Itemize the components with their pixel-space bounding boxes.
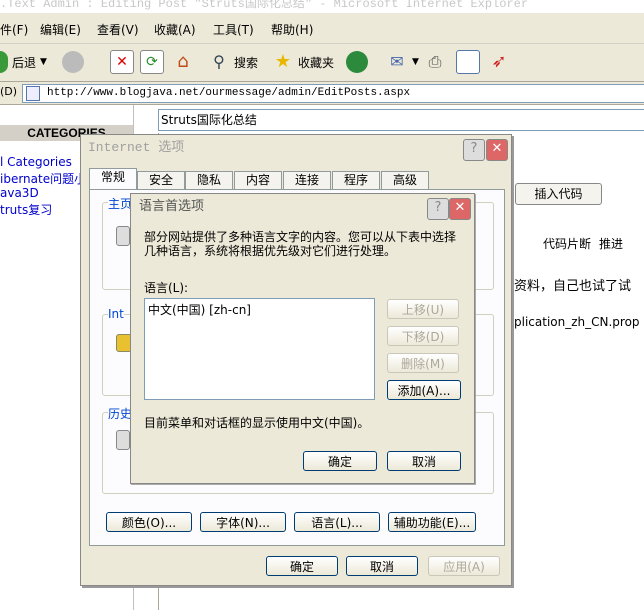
back-arrow-icon <box>0 51 8 73</box>
forward-arrow-icon <box>62 51 84 73</box>
favorites-label: 收藏夹 <box>298 55 335 70</box>
category-link[interactable]: truts复习 <box>0 201 52 218</box>
insert-code-button[interactable]: 插入代码 <box>515 183 602 205</box>
tab-content[interactable]: 内容 <box>234 171 282 189</box>
accessibility-button[interactable]: 辅助功能(E)... <box>388 512 476 532</box>
post-body-text: plication_zh_CN.prop <box>514 315 640 329</box>
temp-files-group-label: Int <box>108 307 124 321</box>
languages-button[interactable]: 语言(L)... <box>294 512 380 532</box>
refresh-icon: ⟳ <box>140 50 164 74</box>
printer-icon: ⎙ <box>428 52 442 71</box>
search-button[interactable]: ⚲ 搜索 <box>208 48 258 76</box>
address-input[interactable]: http://www.blogjava.net/ourmessage/admin… <box>22 84 644 103</box>
move-down-button: 下移(D) <box>387 326 459 346</box>
edit-button[interactable] <box>456 48 480 76</box>
help-icon[interactable]: ? <box>463 139 485 161</box>
stop-button[interactable]: ✕ <box>110 48 134 76</box>
home-icon: ⌂ <box>177 51 189 72</box>
home-button[interactable]: ⌂ <box>172 48 194 76</box>
menu-edit[interactable]: 编辑(E) <box>40 21 81 38</box>
search-icon: ⚲ <box>213 52 225 71</box>
refresh-button[interactable]: ⟳ <box>140 48 164 76</box>
language-list[interactable]: 中文(中国) [zh-cn] <box>144 298 375 400</box>
menu-language-info: 目前菜单和对话框的显示使用中文(中国)。 <box>144 416 370 430</box>
cancel-button[interactable]: 取消 <box>387 451 461 471</box>
language-list-label: 语言(L): <box>144 281 189 295</box>
dialog-title: Internet 选项 <box>81 135 511 161</box>
move-up-button: 上移(U) <box>387 299 459 319</box>
chevron-down-icon: ▼ <box>412 57 419 67</box>
history-group-icon <box>116 430 130 450</box>
back-label: 后退 <box>12 55 37 70</box>
category-link[interactable]: ibernate问题小 <box>0 170 86 187</box>
tab-security[interactable]: 安全 <box>137 171 185 189</box>
code-snippet-button[interactable]: 代码片断 <box>543 235 591 252</box>
messenger-icon: ➶ <box>491 51 507 72</box>
history-button[interactable] <box>346 48 368 76</box>
close-icon[interactable]: ✕ <box>449 198 471 220</box>
remove-button: 删除(M) <box>387 353 459 373</box>
language-description: 部分网站提供了多种语言文字的内容。您可以从下表中选择几种语言，系统将根据优先级对… <box>144 230 457 258</box>
menu-help[interactable]: 帮助(H) <box>271 21 313 38</box>
tab-privacy[interactable]: 隐私 <box>185 171 233 189</box>
search-label: 搜索 <box>234 55 259 70</box>
chevron-down-icon: ▼ <box>40 57 47 67</box>
menu-view[interactable]: 查看(V) <box>97 21 139 38</box>
apply-button: 应用(A) <box>428 556 500 576</box>
post-body-text: 资料，自己也试了试 <box>514 279 632 294</box>
print-button[interactable]: ⎙ <box>424 48 446 76</box>
mail-button[interactable]: ✉ ▼ <box>386 48 419 76</box>
homepage-group-label: 主页 <box>108 195 133 212</box>
colors-button[interactable]: 颜色(O)... <box>106 512 192 532</box>
menu-favorites[interactable]: 收藏(A) <box>154 21 196 38</box>
add-button[interactable]: 添加(A)... <box>387 380 461 400</box>
page-icon <box>26 86 40 101</box>
forward-button[interactable] <box>62 48 84 76</box>
language-preference-dialog: 语言首选项 ? ✕ 部分网站提供了多种语言文字的内容。您可以从下表中选择几种语言… <box>130 193 475 484</box>
category-link[interactable]: l Categories <box>0 155 72 169</box>
recommend-button[interactable]: 推进 <box>599 235 623 252</box>
fonts-button[interactable]: 字体(N)... <box>200 512 286 532</box>
toolbar: 后退 ▼ ✕ ⟳ ⌂ ⚲ 搜索 ★ 收藏夹 ✉ ▼ ⎙ ➶ <box>0 44 644 82</box>
help-icon[interactable]: ? <box>427 198 449 220</box>
menu-file[interactable]: 件(F) <box>0 21 28 38</box>
tab-connections[interactable]: 连接 <box>283 171 331 189</box>
favorites-button[interactable]: ★ 收藏夹 <box>272 48 334 76</box>
post-title-input[interactable]: Struts国际化总结 <box>158 109 644 131</box>
mail-icon: ✉ <box>390 52 404 71</box>
menu-bar: 件(F) 编辑(E) 查看(V) 收藏(A) 工具(T) 帮助(H) <box>0 13 644 44</box>
history-icon <box>346 51 368 73</box>
address-url: http://www.blogjava.net/ourmessage/admin… <box>47 87 411 99</box>
stop-icon: ✕ <box>110 50 134 74</box>
star-icon: ★ <box>274 51 292 72</box>
window-title: .Text Admin : Editing Post "Struts国际化总结"… <box>0 0 644 13</box>
address-label: (D) <box>0 85 18 98</box>
dialog-title: 语言首选项 <box>139 199 205 214</box>
tab-programs[interactable]: 程序 <box>332 171 380 189</box>
history-group-label: 历史 <box>108 405 133 422</box>
address-bar: (D) http://www.blogjava.net/ourmessage/a… <box>0 82 644 105</box>
messenger-button[interactable]: ➶ <box>488 48 510 76</box>
list-item[interactable]: 中文(中国) [zh-cn] <box>148 301 251 318</box>
homepage-icon <box>116 226 130 246</box>
cancel-button[interactable]: 取消 <box>346 556 418 576</box>
close-icon[interactable]: ✕ <box>486 139 508 161</box>
ok-button[interactable]: 确定 <box>266 556 338 576</box>
ok-button[interactable]: 确定 <box>303 451 377 471</box>
tab-general[interactable]: 常规 <box>89 168 137 190</box>
category-link[interactable]: ava3D <box>0 186 39 200</box>
back-button[interactable]: 后退 ▼ <box>0 48 47 76</box>
edit-page-icon <box>456 50 480 74</box>
menu-tools[interactable]: 工具(T) <box>213 21 254 38</box>
tab-advanced[interactable]: 高级 <box>381 171 429 189</box>
